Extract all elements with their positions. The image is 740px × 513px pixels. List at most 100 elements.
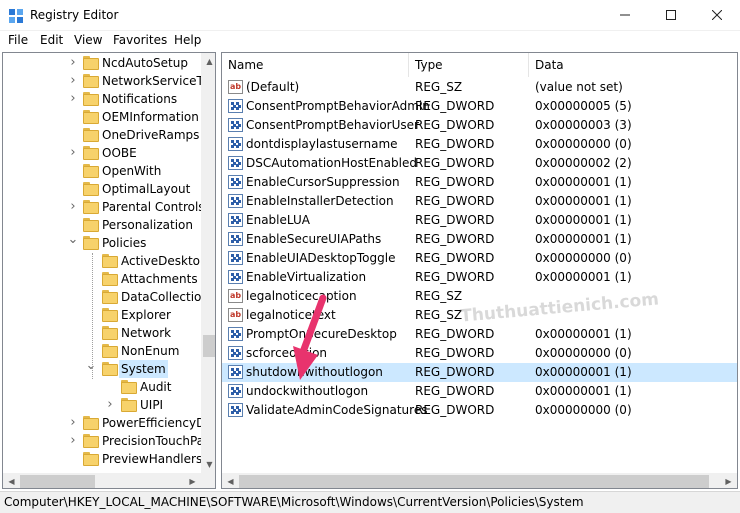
value-type: REG_DWORD bbox=[415, 270, 495, 284]
tree-item-personalization[interactable]: Personalization bbox=[3, 216, 199, 234]
tree-item-label: Parental Controls bbox=[102, 200, 205, 214]
tree-item-uipi[interactable]: › UIPI bbox=[3, 396, 199, 414]
tree-horizontal-scrollbar[interactable]: ◀ ▶ bbox=[3, 473, 201, 488]
column-header-type[interactable]: Type bbox=[409, 53, 529, 77]
chevron-right-icon[interactable]: › bbox=[67, 414, 79, 432]
folder-icon bbox=[102, 308, 118, 322]
tree-item-oobe[interactable]: › OOBE bbox=[3, 144, 199, 162]
folder-icon bbox=[102, 272, 118, 286]
menu-file[interactable]: File bbox=[8, 33, 28, 47]
chevron-right-icon[interactable]: › bbox=[67, 198, 79, 216]
value-type: REG_DWORD bbox=[415, 327, 495, 341]
tree-scroll-thumb[interactable] bbox=[203, 335, 215, 357]
chevron-down-icon[interactable]: ⌄ bbox=[85, 359, 97, 372]
column-header-name[interactable]: Name bbox=[222, 53, 409, 77]
tree-item-nonenum[interactable]: NonEnum bbox=[3, 342, 199, 360]
value-row[interactable]: dontdisplaylastusername REG_DWORD 0x000000… bbox=[222, 135, 737, 154]
list-horizontal-scrollbar[interactable]: ◀ ▶ bbox=[222, 473, 737, 488]
scroll-right-icon[interactable]: ▶ bbox=[720, 473, 737, 488]
tree-vertical-scrollbar[interactable]: ▲ ▼ bbox=[201, 53, 215, 473]
chevron-down-icon[interactable]: ⌄ bbox=[67, 233, 79, 246]
value-row[interactable]: EnableVirtualization REG_DWORD 0x00000001 … bbox=[222, 268, 737, 287]
close-icon bbox=[711, 9, 723, 21]
tree-item-datacollection[interactable]: DataCollection bbox=[3, 288, 209, 306]
value-data: 0x00000001 (1) bbox=[535, 213, 632, 227]
value-row[interactable]: ab legalnoticecaption REG_SZ bbox=[222, 287, 737, 306]
value-row[interactable]: ConsentPromptBehaviorAdmin REG_DWORD 0x000… bbox=[222, 97, 737, 116]
chevron-right-icon[interactable]: › bbox=[67, 90, 79, 108]
value-type: REG_DWORD bbox=[415, 156, 495, 170]
tree-item-precisiontouchpad[interactable]: › PrecisionTouchPad bbox=[3, 432, 212, 450]
value-type: REG_SZ bbox=[415, 308, 463, 322]
string-value-icon: ab bbox=[228, 289, 243, 303]
tree-item-notifications[interactable]: › Notifications bbox=[3, 90, 199, 108]
scrollbar-corner bbox=[201, 473, 215, 488]
tree-item-ncdautosetup[interactable]: › NcdAutoSetup bbox=[3, 54, 199, 72]
tree-item-openwith[interactable]: OpenWith bbox=[3, 162, 199, 180]
maximize-button[interactable] bbox=[648, 0, 694, 31]
binary-value-icon bbox=[228, 213, 243, 227]
tree-item-explorer[interactable]: Explorer bbox=[3, 306, 199, 324]
status-bar: Computer\HKEY_LOCAL_MACHINE\SOFTWARE\Mic… bbox=[0, 491, 740, 513]
value-row[interactable]: EnableUIADesktopToggle REG_DWORD 0x0000000… bbox=[222, 249, 737, 268]
registry-values-list[interactable]: Name Type Data ab (Default) REG_SZ (value n… bbox=[221, 52, 738, 489]
tree-item-system[interactable]: ⌄ System bbox=[3, 359, 199, 378]
tree-item-networkservicetriggers[interactable]: › NetworkServiceTriggers bbox=[3, 72, 215, 90]
value-row[interactable]: PromptOnSecureDesktop REG_DWORD 0x00000001… bbox=[222, 325, 737, 344]
tree-item-attachments[interactable]: Attachments bbox=[3, 270, 199, 288]
value-name: ValidateAdminCodeSignatures bbox=[246, 403, 428, 417]
value-row[interactable]: scforceoption REG_DWORD 0x00000000 (0) bbox=[222, 344, 737, 363]
chevron-right-icon[interactable]: › bbox=[67, 72, 79, 90]
tree-hscroll-thumb[interactable] bbox=[20, 475, 95, 488]
tree-item-audit[interactable]: Audit bbox=[3, 378, 199, 396]
chevron-right-icon[interactable]: › bbox=[67, 432, 79, 450]
value-row[interactable]: DSCAutomationHostEnabled REG_DWORD 0x00000… bbox=[222, 154, 737, 173]
tree-item-label: NcdAutoSetup bbox=[102, 56, 188, 70]
scroll-down-icon[interactable]: ▼ bbox=[201, 456, 215, 473]
registry-key-tree[interactable]: › NcdAutoSetup › NetworkServiceTriggers › Not… bbox=[2, 52, 216, 489]
tree-item-network[interactable]: Network bbox=[3, 324, 199, 342]
value-data: (value not set) bbox=[535, 80, 623, 94]
value-data: 0x00000001 (1) bbox=[535, 232, 632, 246]
menu-edit[interactable]: Edit bbox=[40, 33, 63, 47]
scroll-up-icon[interactable]: ▲ bbox=[201, 53, 215, 70]
folder-icon bbox=[102, 326, 118, 340]
value-type: REG_DWORD bbox=[415, 194, 495, 208]
chevron-right-icon[interactable]: › bbox=[67, 144, 79, 162]
scroll-left-icon[interactable]: ◀ bbox=[222, 473, 239, 488]
value-type: REG_SZ bbox=[415, 80, 463, 94]
tree-item-parental-controls[interactable]: › Parental Controls bbox=[3, 198, 205, 216]
value-row[interactable]: EnableInstallerDetection REG_DWORD 0x00000… bbox=[222, 192, 737, 211]
binary-value-icon bbox=[228, 137, 243, 151]
value-row[interactable]: ab (Default) REG_SZ (value not set) bbox=[222, 78, 737, 97]
value-name: shutdownwithoutlogon bbox=[246, 365, 383, 379]
value-data: 0x00000001 (1) bbox=[535, 365, 632, 379]
minimize-button[interactable] bbox=[602, 0, 648, 31]
list-hscroll-thumb[interactable] bbox=[239, 475, 709, 488]
tree-item-powerefficiencydiagnostics[interactable]: › PowerEfficiencyDiagnostics bbox=[3, 414, 215, 432]
tree-item-oeminformation[interactable]: OEMInformation bbox=[3, 108, 199, 126]
menu-help[interactable]: Help bbox=[174, 33, 201, 47]
chevron-right-icon[interactable]: › bbox=[104, 396, 116, 414]
value-row[interactable]: EnableSecureUIAPaths REG_DWORD 0x00000001 … bbox=[222, 230, 737, 249]
chevron-right-icon[interactable]: › bbox=[67, 54, 79, 72]
value-row[interactable]: ConsentPromptBehaviorUser REG_DWORD 0x0000… bbox=[222, 116, 737, 135]
tree-item-policies[interactable]: ⌄ Policies bbox=[3, 233, 199, 252]
close-button[interactable] bbox=[694, 0, 740, 31]
menu-favorites[interactable]: Favorites bbox=[113, 33, 167, 47]
scroll-left-icon[interactable]: ◀ bbox=[3, 473, 20, 488]
tree-item-previewhandlers[interactable]: PreviewHandlers bbox=[3, 450, 202, 468]
tree-item-label: ActiveDesktop bbox=[121, 254, 208, 268]
tree-item-onedriveramps[interactable]: OneDriveRamps bbox=[3, 126, 199, 144]
tree-item-activedesktop[interactable]: ActiveDesktop bbox=[3, 252, 208, 270]
value-data: 0x00000000 (0) bbox=[535, 403, 632, 417]
column-header-data[interactable]: Data bbox=[529, 53, 737, 77]
menu-view[interactable]: View bbox=[74, 33, 102, 47]
value-row[interactable]: shutdownwithoutlogon REG_DWORD 0x00000001 … bbox=[222, 363, 737, 382]
value-row[interactable]: EnableCursorSuppression REG_DWORD 0x000000… bbox=[222, 173, 737, 192]
value-row[interactable]: ValidateAdminCodeSignatures REG_DWORD 0x00… bbox=[222, 401, 737, 420]
value-row[interactable]: undockwithoutlogon REG_DWORD 0x00000001 (1… bbox=[222, 382, 737, 401]
value-row[interactable]: EnableLUA REG_DWORD 0x00000001 (1) bbox=[222, 211, 737, 230]
scroll-right-icon[interactable]: ▶ bbox=[184, 473, 201, 488]
tree-item-optimallayout[interactable]: OptimalLayout bbox=[3, 180, 199, 198]
